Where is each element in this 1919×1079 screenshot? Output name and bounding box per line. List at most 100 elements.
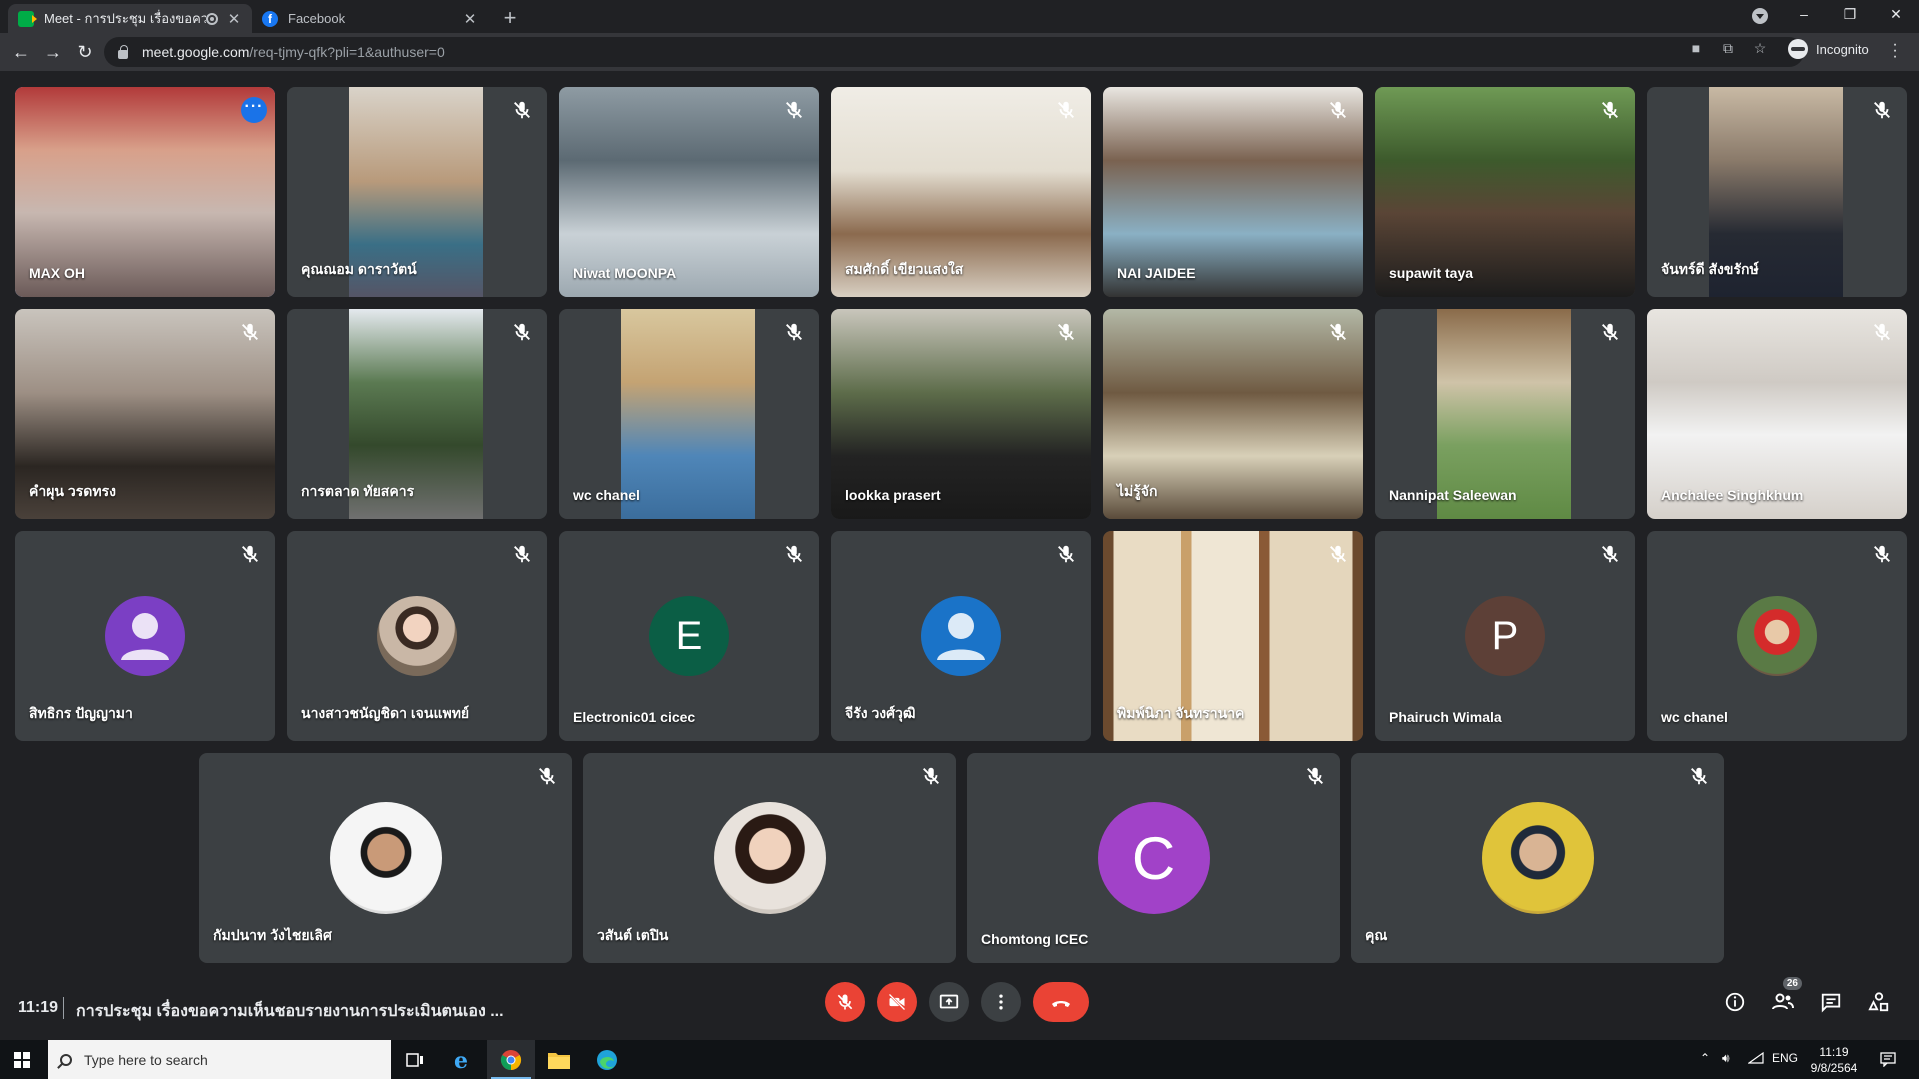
avatar-letter: E [649, 596, 729, 676]
participant-name: wc chanel [1661, 709, 1728, 725]
participant-tile[interactable]: P Phairuch Wimala [1375, 531, 1635, 741]
participant-tile[interactable]: จีรัง วงศ์วุฒิ [831, 531, 1091, 741]
speaker-icon[interactable]: 🔊︎ [1722, 1051, 1730, 1066]
taskbar-search[interactable]: Type here to search [48, 1040, 391, 1079]
mic-off-icon [1599, 321, 1621, 343]
participant-tile[interactable]: wc chanel [559, 309, 819, 519]
participant-tile[interactable]: ··· MAX OH [15, 87, 275, 297]
present-screen-button[interactable] [929, 982, 969, 1022]
mic-off-icon [1599, 99, 1621, 121]
participant-tile[interactable]: คุณ [1351, 753, 1724, 963]
participant-tile[interactable]: กัมปนาท วังไชยเลิศ [199, 753, 572, 963]
forward-icon[interactable]: → [38, 37, 68, 67]
incognito-indicator[interactable]: Incognito [1788, 39, 1869, 59]
activities-shapes-icon [1868, 992, 1889, 1012]
input-language[interactable]: ENG [1772, 1051, 1798, 1065]
participant-name: Niwat MOONPA [573, 265, 677, 281]
participants-button[interactable]: 26 [1768, 977, 1802, 1017]
mic-off-icon [783, 99, 805, 121]
lock-icon [118, 44, 128, 59]
participant-video [621, 309, 755, 519]
close-tab-icon[interactable]: ✕ [226, 10, 242, 28]
participant-name: วสันต์ เตปิน [597, 927, 669, 943]
edge-icon[interactable] [583, 1040, 631, 1079]
participant-name: Chomtong ICEC [981, 931, 1089, 947]
back-icon[interactable]: ← [6, 37, 36, 67]
chat-icon [1821, 993, 1841, 1013]
new-tab-button[interactable]: + [498, 5, 522, 31]
internet-explorer-icon[interactable]: e [439, 1040, 487, 1079]
bookmark-star-icon[interactable]: ☆ [1752, 40, 1768, 56]
minimize-button[interactable]: – [1781, 0, 1827, 30]
chat-button[interactable] [1816, 987, 1846, 1017]
participant-tile[interactable]: สมศักดิ์ เขียวแสงใส [831, 87, 1091, 297]
translate-icon[interactable]: ⧉ [1720, 40, 1736, 56]
participant-tile[interactable]: คุณณอม ดาราวัตน์ [287, 87, 547, 297]
address-bar[interactable]: meet.google.com/req-tjmy-qfk?pli=1&authu… [104, 37, 1804, 67]
participant-tile[interactable]: E Electronic01 cicec [559, 531, 819, 741]
facebook-icon: f [262, 10, 278, 27]
activities-button[interactable] [1864, 987, 1894, 1017]
file-explorer-icon[interactable] [535, 1040, 583, 1079]
participant-tile[interactable]: จันทร์ดี สังขรักษ์ [1647, 87, 1907, 297]
browser-toolbar: ← → ↻ meet.google.com/req-tjmy-qfk?pli=1… [0, 33, 1919, 71]
notifications-icon[interactable] [1880, 1051, 1896, 1070]
tile-options-icon[interactable]: ··· [241, 97, 267, 123]
windows-start-icon[interactable] [14, 1052, 30, 1068]
url-host: meet.google.com [142, 44, 250, 60]
taskbar-search-placeholder: Type here to search [84, 1051, 208, 1068]
tab-meet[interactable]: Meet - การประชุม เรื่องขอความเ ✕ [8, 4, 252, 33]
task-view-icon[interactable] [391, 1040, 439, 1079]
participant-name: จีรัง วงศ์วุฒิ [845, 705, 916, 721]
recording-indicator-icon [206, 12, 218, 25]
tab-facebook[interactable]: f Facebook ✕ [252, 4, 488, 33]
chrome-icon[interactable] [487, 1040, 535, 1079]
mic-off-button[interactable] [825, 982, 865, 1022]
participant-name: ไม่รู้จัก [1117, 483, 1158, 499]
participant-tile[interactable]: supawit taya [1375, 87, 1635, 297]
participant-name: สมศักดิ์ เขียวแสงใส [845, 261, 964, 277]
camera-off-button[interactable] [877, 982, 917, 1022]
participant-name: พิมพ์นิภา จันทรานาค [1117, 705, 1245, 721]
leave-call-button[interactable] [1033, 982, 1089, 1022]
tab-title: Meet - การประชุม เรื่องขอความเ [44, 11, 206, 26]
participant-tile[interactable]: Anchalee Singhkhum [1647, 309, 1907, 519]
close-window-button[interactable]: ✕ [1873, 0, 1919, 30]
participant-tile[interactable]: นางสาวชนัญชิดา เจนแพทย์ [287, 531, 547, 741]
meeting-details-button[interactable] [1720, 987, 1750, 1017]
participant-tile[interactable]: ไม่รู้จัก [1103, 309, 1363, 519]
participant-tile[interactable]: สิทธิกร ปัญญามา [15, 531, 275, 741]
participant-tile[interactable]: C Chomtong ICEC [967, 753, 1340, 963]
participants-count-badge: 26 [1782, 977, 1802, 990]
participant-tile[interactable]: พิมพ์นิภา จันทรานาค [1103, 531, 1363, 741]
participant-tile[interactable]: Nannipat Saleewan [1375, 309, 1635, 519]
default-avatar-icon [105, 596, 185, 676]
participant-name: สิทธิกร ปัญญามา [29, 705, 133, 721]
system-clock[interactable]: 11:19 9/8/2564 [1808, 1044, 1860, 1076]
mic-off-icon [1871, 543, 1893, 565]
participant-tile[interactable]: การตลาด ทัยสคาร [287, 309, 547, 519]
close-tab-icon[interactable]: ✕ [462, 10, 478, 28]
reload-icon[interactable]: ↻ [70, 37, 100, 67]
participant-tile[interactable]: วสันต์ เตปิน [583, 753, 956, 963]
participant-tile[interactable]: NAI JAIDEE [1103, 87, 1363, 297]
participant-tile[interactable]: คำผุน วรดทรง [15, 309, 275, 519]
mic-off-icon [1327, 543, 1349, 565]
wifi-icon[interactable] [1747, 1051, 1764, 1068]
mic-off-icon [511, 99, 533, 121]
show-hidden-icons-icon[interactable]: ⌃ [1700, 1051, 1710, 1065]
tab-search-icon[interactable] [1752, 8, 1768, 24]
more-options-button[interactable] [981, 982, 1021, 1022]
participant-name: การตลาด ทัยสคาร [301, 483, 415, 499]
camera-in-use-icon[interactable]: ■ [1688, 40, 1704, 56]
participant-tile[interactable]: wc chanel [1647, 531, 1907, 741]
mic-off-icon [1055, 543, 1077, 565]
windows-taskbar: Type here to search e ⌃ 🔊︎ ENG 11:19 9/8… [0, 1040, 1919, 1079]
mic-off-icon [920, 765, 942, 787]
chrome-menu-icon[interactable]: · · · [1890, 37, 1900, 65]
participant-tile[interactable]: lookka prasert [831, 309, 1091, 519]
mic-off-icon [511, 321, 533, 343]
participant-tile[interactable]: Niwat MOONPA [559, 87, 819, 297]
restore-button[interactable]: ❐ [1827, 0, 1873, 30]
clock-date: 9/8/2564 [1810, 1061, 1858, 1075]
